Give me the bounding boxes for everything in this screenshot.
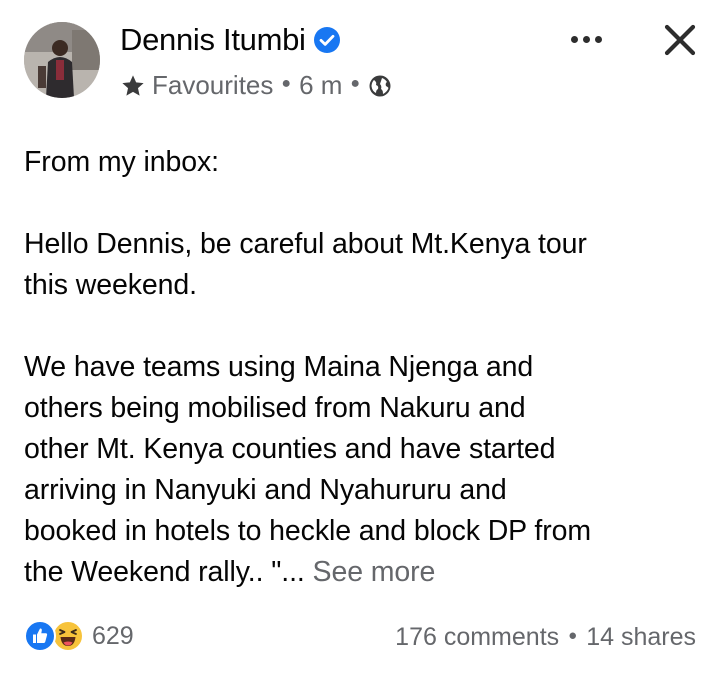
- avatar-photo: [24, 22, 100, 98]
- stats-separator: ●: [568, 626, 578, 644]
- post-line: We have teams using Maina Njenga and: [24, 351, 534, 383]
- like-reaction-icon: [24, 620, 56, 652]
- post-text: From my inbox: Hello Dennis, be careful …: [24, 142, 704, 593]
- post-line: other Mt. Kenya counties and have starte…: [24, 433, 556, 465]
- dot: [570, 35, 578, 43]
- see-more-link[interactable]: See more: [313, 556, 436, 588]
- post-timestamp[interactable]: 6 m: [299, 70, 342, 101]
- author-row: Dennis Itumbi: [120, 22, 340, 58]
- star-icon: [122, 74, 144, 96]
- post-line: arriving in Nanyuki and Nyahururu and: [24, 474, 507, 506]
- reactions-count: 629: [92, 621, 134, 650]
- post-last-line: the Weekend rally.. "... See more: [24, 552, 704, 593]
- dot: [594, 35, 602, 43]
- meta-separator: ●: [350, 74, 361, 92]
- haha-reaction-icon: [52, 620, 84, 652]
- post-meta: Favourites ● 6 m ●: [120, 70, 392, 101]
- reactions-summary[interactable]: 629: [24, 620, 134, 652]
- shares-count[interactable]: 14 shares: [586, 623, 696, 652]
- post-line: Hello Dennis, be careful about Mt.Kenya …: [24, 228, 587, 260]
- author-avatar[interactable]: [24, 22, 100, 98]
- post-line: the Weekend rally.. "...: [24, 556, 305, 588]
- more-options-icon[interactable]: [566, 24, 606, 54]
- post-line: others being mobilised from Nakuru and: [24, 392, 526, 424]
- meta-separator: ●: [281, 74, 292, 92]
- engagement-stats: 176 comments ● 14 shares: [395, 620, 696, 654]
- globe-icon[interactable]: [368, 74, 392, 98]
- audience-label[interactable]: Favourites: [152, 70, 273, 101]
- comments-count[interactable]: 176 comments: [395, 623, 559, 652]
- author-name[interactable]: Dennis Itumbi: [120, 22, 306, 58]
- verified-badge-icon: [313, 27, 340, 53]
- dot: [582, 35, 590, 43]
- close-icon[interactable]: [658, 18, 702, 62]
- post-line: From my inbox:: [24, 146, 219, 178]
- post-line: booked in hotels to heckle and block DP …: [24, 515, 591, 547]
- post-line: this weekend.: [24, 269, 197, 301]
